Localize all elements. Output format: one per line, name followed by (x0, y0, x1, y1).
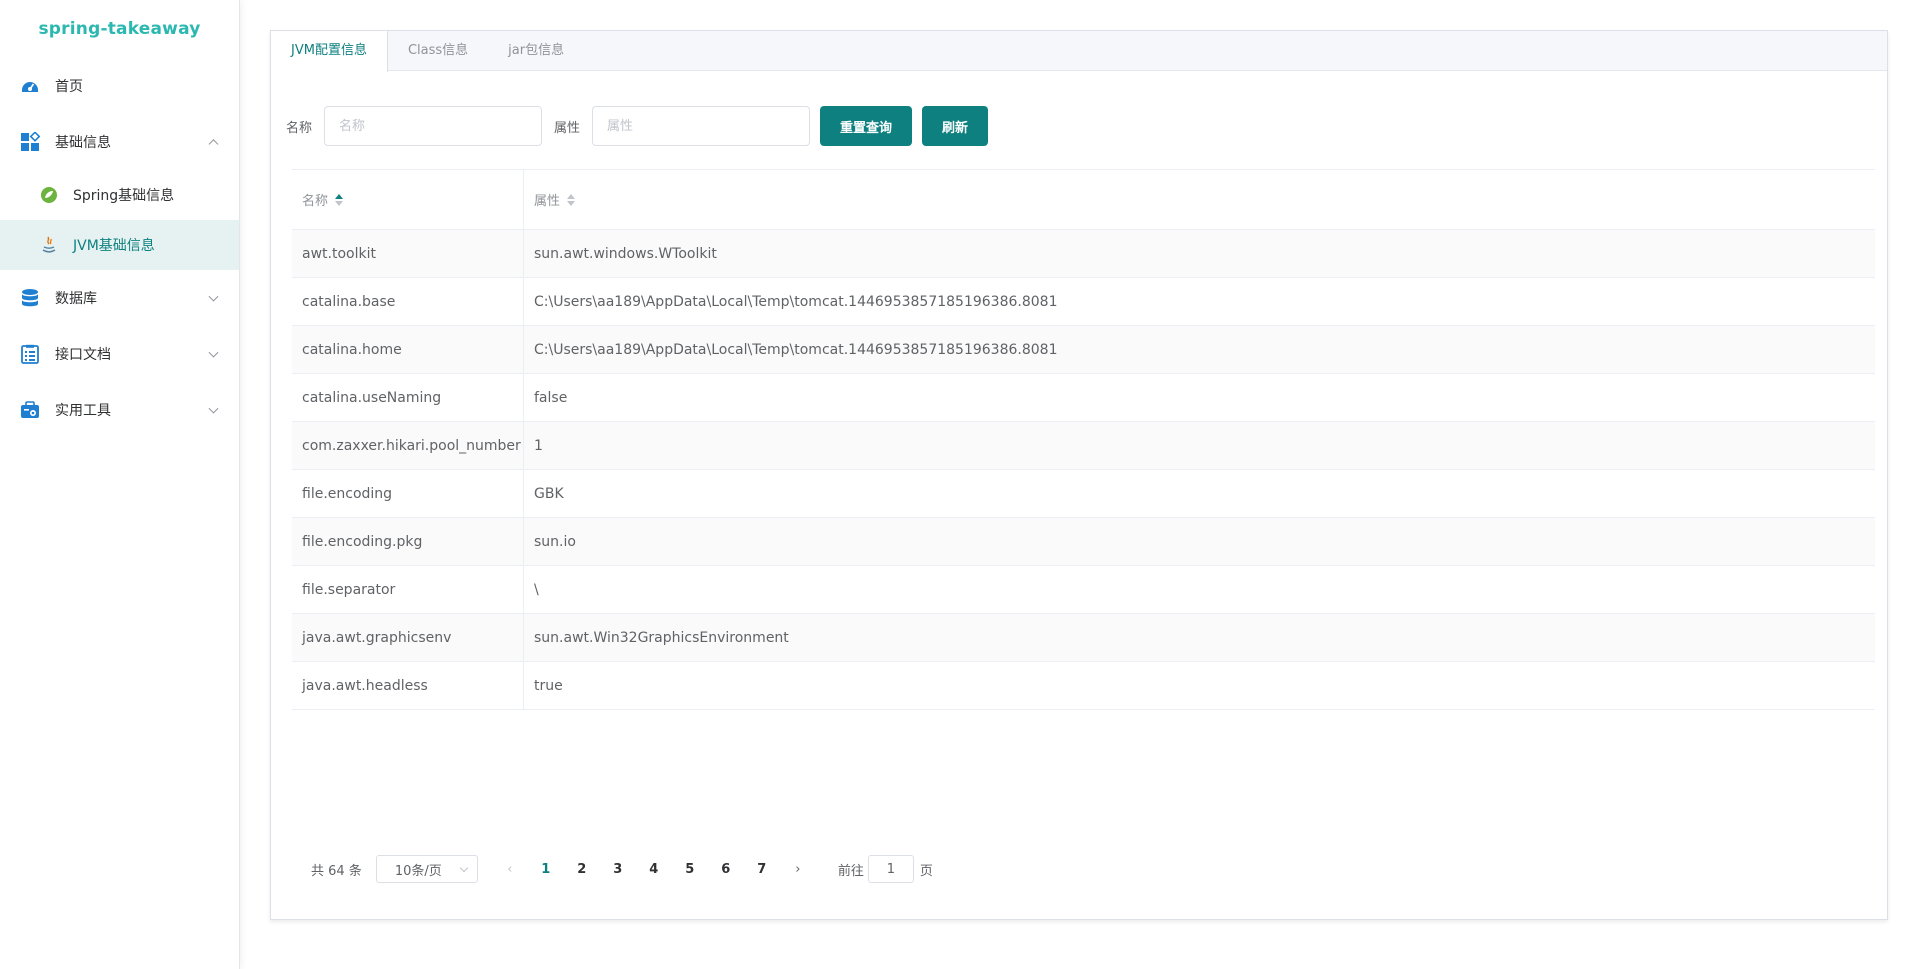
sidebar-item-label: Spring基础信息 (73, 188, 175, 204)
column-header-label: 属性 (534, 194, 561, 209)
tab-bar: JVM配置信息 Class信息 jar包信息 (271, 31, 1887, 72)
table-row: catalina.home C:\Users\aa189\AppData\Loca… (292, 326, 1875, 374)
reset-query-button[interactable]: 重置查询 (820, 106, 913, 146)
property-value-cell: C:\Users\aa189\AppData\Local\Temp\tomcat… (534, 341, 1058, 358)
property-name-cell: catalina.home (292, 326, 524, 373)
sidebar-item-spring-info[interactable]: Spring基础信息 (0, 170, 239, 220)
dashboard-icon (20, 76, 40, 96)
table-row: java.awt.graphicsenv sun.awt.Win32Graphic… (292, 614, 1875, 662)
property-value-cell: C:\Users\aa189\AppData\Local\Temp\tomcat… (534, 293, 1058, 310)
menu-item-label: 基础信息 (55, 135, 111, 151)
table-row: com.zaxxer.hikari.pool_number 1 (292, 422, 1875, 470)
attr-input[interactable] (592, 106, 811, 146)
page-size-select[interactable]: 10条/页 (375, 855, 478, 883)
table-row: catalina.useNaming false (292, 374, 1875, 422)
sidebar: spring-takeaway 首页 基础信息 Spring基础信息 JVM基础… (0, 0, 240, 969)
page-number[interactable]: 2 (564, 862, 600, 877)
table-body: awt.toolkit sun.awt.windows.WToolkit catal… (292, 230, 1875, 710)
property-name-cell: awt.toolkit (292, 230, 524, 277)
property-value-cell: sun.io (534, 533, 576, 550)
total-count: 共 64 条 (311, 863, 362, 879)
menu-item-label: 实用工具 (55, 403, 111, 419)
toolbox-icon (20, 400, 40, 420)
page-number[interactable]: 5 (672, 862, 708, 877)
page-number[interactable]: 7 (744, 862, 780, 877)
property-name-cell: java.awt.graphicsenv (292, 614, 524, 661)
menu-item-label: 首页 (55, 79, 83, 95)
sort-icon[interactable] (335, 193, 344, 206)
page-number[interactable]: 6 (708, 862, 744, 877)
column-header-label: 名称 (302, 194, 329, 209)
next-page-button[interactable]: › (780, 862, 816, 877)
name-label: 名称 (286, 120, 313, 136)
jvm-config-table: 名称 属性 awt.toolkit sun.awt.windows.WToolki… (292, 169, 1875, 710)
table-row: java.awt.headless true (292, 662, 1875, 710)
property-name-cell: catalina.base (292, 278, 524, 325)
chevron-down-icon (459, 863, 469, 873)
table-row: catalina.base C:\Users\aa189\AppData\Loca… (292, 278, 1875, 326)
menu-item-tools[interactable]: 实用工具 (0, 382, 239, 438)
property-value-cell: \ (534, 581, 539, 598)
java-icon (40, 236, 58, 254)
document-icon (20, 344, 40, 364)
table-header-row: 名称 属性 (292, 170, 1875, 230)
tab-class-info[interactable]: Class信息 (388, 31, 488, 71)
goto-label: 前往 (837, 863, 864, 879)
sidebar-item-jvm-info[interactable]: JVM基础信息 (0, 220, 239, 270)
chevron-down-icon (208, 403, 219, 414)
table-row: awt.toolkit sun.awt.windows.WToolkit (292, 230, 1875, 278)
column-header-name[interactable]: 名称 (292, 170, 524, 229)
jvm-info-panel: JVM配置信息 Class信息 jar包信息 名称 属性 重置查询 刷新 名称 … (270, 30, 1888, 920)
menu-item-database[interactable]: 数据库 (0, 270, 239, 326)
table-row: file.encoding GBK (292, 470, 1875, 518)
property-value-cell: GBK (534, 485, 564, 502)
menu-item-label: 数据库 (55, 291, 97, 307)
menu-item-label: 接口文档 (55, 347, 111, 363)
property-value-cell: true (534, 677, 563, 694)
property-name-cell: com.zaxxer.hikari.pool_number (292, 422, 524, 469)
goto-page-input[interactable] (867, 855, 914, 883)
sidebar-item-label: JVM基础信息 (73, 238, 155, 254)
app-brand[interactable]: spring-takeaway (0, 0, 239, 58)
property-name-cell: file.encoding (292, 470, 524, 517)
page-suffix: 页 (919, 863, 933, 879)
page-number[interactable]: 3 (600, 862, 636, 877)
menu-item-home[interactable]: 首页 (0, 58, 239, 114)
spring-icon (40, 186, 58, 204)
property-name-cell: file.encoding.pkg (292, 518, 524, 565)
property-value-cell: sun.awt.windows.WToolkit (534, 245, 717, 262)
property-name-cell: catalina.useNaming (292, 374, 524, 421)
property-name-cell: file.separator (292, 566, 524, 613)
column-header-attribute[interactable]: 属性 (524, 170, 1875, 229)
chevron-up-icon (208, 139, 219, 150)
property-value-cell: false (534, 389, 568, 406)
chevron-down-icon (208, 347, 219, 358)
prev-page-button[interactable]: ‹ (492, 862, 528, 877)
sort-icon[interactable] (567, 193, 576, 206)
page-size-value: 10条/页 (394, 863, 442, 879)
menu-item-api-docs[interactable]: 接口文档 (0, 326, 239, 382)
tab-jvm-config[interactable]: JVM配置信息 (271, 31, 388, 72)
property-value-cell: sun.awt.Win32GraphicsEnvironment (534, 629, 789, 646)
chevron-down-icon (208, 291, 219, 302)
name-input[interactable] (324, 106, 543, 146)
attr-label: 属性 (554, 120, 581, 136)
table-row: file.separator \ (292, 566, 1875, 614)
tab-jar-info[interactable]: jar包信息 (488, 31, 584, 71)
table-row: file.encoding.pkg sun.io (292, 518, 1875, 566)
property-name-cell: java.awt.headless (292, 662, 524, 709)
query-form: 名称 属性 重置查询 刷新 (286, 106, 989, 146)
page-number[interactable]: 1 (528, 862, 564, 877)
grid-icon (20, 132, 40, 152)
property-value-cell: 1 (534, 437, 543, 454)
database-icon (20, 288, 40, 308)
page-number[interactable]: 4 (636, 862, 672, 877)
pagination: 共 64 条 10条/页 ‹ 1 2 3 4 5 6 7 › 前往 页 (311, 855, 933, 883)
menu-item-basic-info[interactable]: 基础信息 (0, 114, 239, 170)
refresh-button[interactable]: 刷新 (922, 106, 989, 146)
page-jumper: 前往 页 (838, 855, 933, 883)
